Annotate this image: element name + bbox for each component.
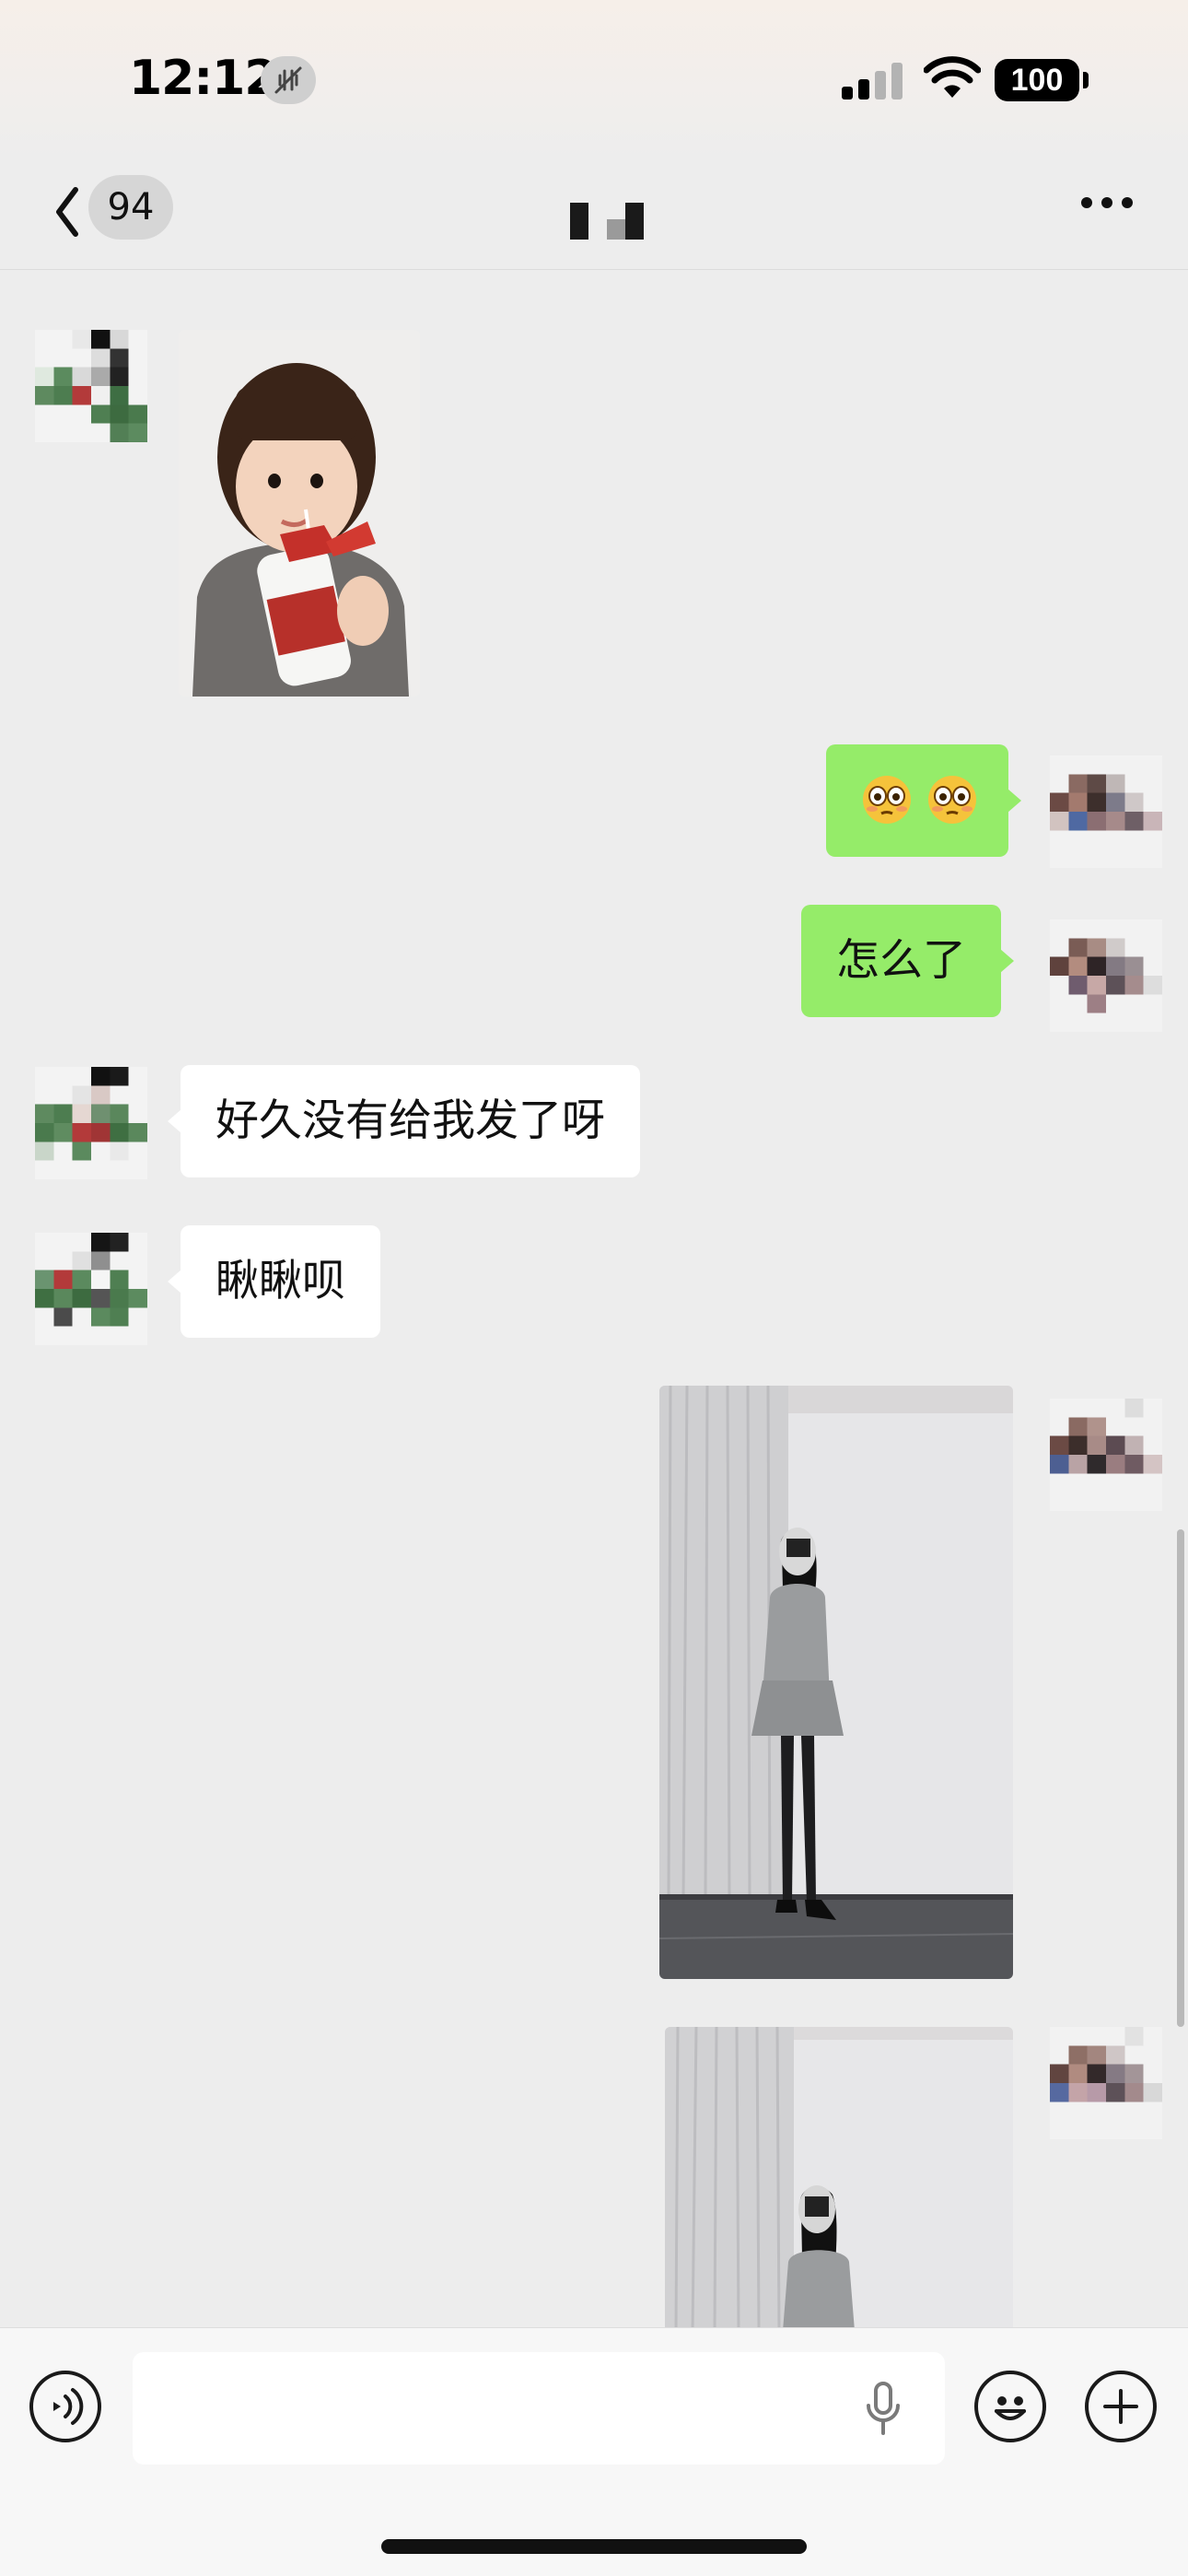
own-avatar[interactable] bbox=[1050, 2027, 1162, 2139]
message-input[interactable] bbox=[133, 2352, 945, 2465]
flushed-face-emoji bbox=[863, 775, 911, 824]
image-message-sticker[interactable] bbox=[179, 330, 420, 697]
voice-mode-button[interactable] bbox=[29, 2371, 101, 2442]
own-avatar[interactable] bbox=[1050, 1399, 1162, 1511]
chat-nav-bar: 94 bbox=[0, 157, 1188, 270]
battery-tip bbox=[1083, 72, 1089, 88]
scroll-indicator[interactable] bbox=[1177, 1529, 1184, 2027]
incoming-message-bubble[interactable]: 好久没有给我发了呀 bbox=[168, 1065, 640, 1177]
cellular-signal-icon bbox=[842, 63, 903, 100]
own-avatar[interactable] bbox=[1050, 919, 1162, 1032]
status-bar: 12:12 100 bbox=[0, 0, 1188, 157]
microphone-icon[interactable] bbox=[864, 2382, 903, 2437]
chat-screen: 12:12 100 94 怎么了 好久没有给我发了呀 瞅瞅呗 bbox=[0, 0, 1188, 2576]
contact-avatar[interactable] bbox=[35, 1233, 147, 1345]
more-dots-icon[interactable] bbox=[1079, 193, 1135, 212]
wifi-icon bbox=[924, 56, 981, 98]
silent-mode-icon bbox=[261, 56, 316, 104]
unread-count-badge[interactable]: 94 bbox=[88, 175, 173, 240]
chat-title-pixelated[interactable] bbox=[570, 203, 646, 240]
more-actions-button[interactable] bbox=[1085, 2371, 1157, 2442]
voice-mode-icon bbox=[53, 2388, 84, 2425]
flushed-face-emoji bbox=[927, 775, 976, 824]
home-indicator[interactable] bbox=[381, 2539, 807, 2554]
incoming-message-bubble[interactable]: 瞅瞅呗 bbox=[168, 1225, 380, 1338]
emoji-button[interactable] bbox=[974, 2371, 1046, 2442]
image-message-photo[interactable] bbox=[659, 1386, 1013, 1979]
battery-icon: 100 bbox=[995, 59, 1079, 101]
image-message-photo[interactable] bbox=[665, 2027, 1013, 2331]
contact-avatar[interactable] bbox=[35, 330, 147, 442]
back-chevron-icon[interactable] bbox=[53, 184, 81, 240]
outgoing-message-bubble[interactable]: 怎么了 bbox=[801, 905, 1014, 1017]
status-time: 12:12 bbox=[129, 51, 278, 106]
plus-circle-icon bbox=[1103, 2389, 1138, 2424]
emoji-face-icon bbox=[995, 2396, 1026, 2420]
outgoing-emoji-bubble[interactable] bbox=[826, 744, 1021, 857]
own-avatar[interactable] bbox=[1050, 755, 1162, 868]
contact-avatar[interactable] bbox=[35, 1067, 147, 1179]
